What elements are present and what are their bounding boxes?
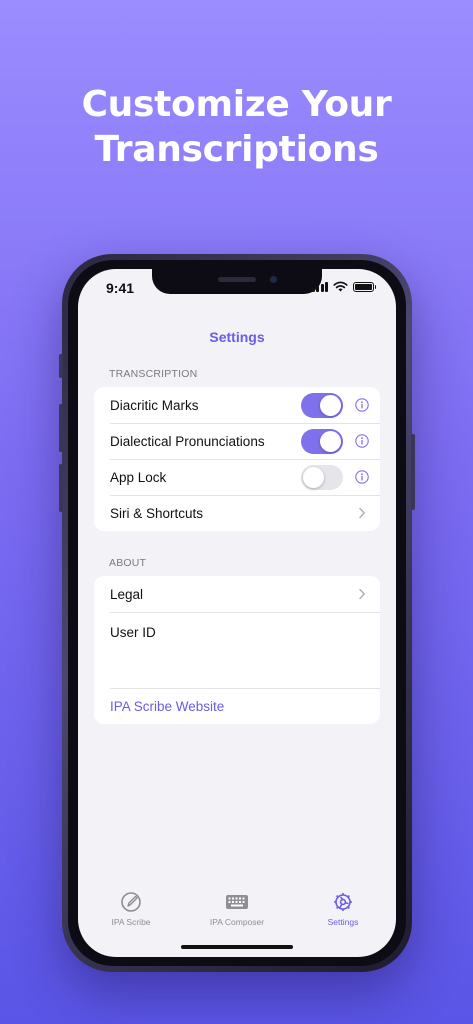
dialectical-pronunciations-toggle[interactable]: [301, 429, 343, 454]
row-website-link[interactable]: IPA Scribe Website: [94, 688, 380, 724]
power-button: [411, 434, 415, 510]
tab-bar: IPA Scribe IPA Composer Settings: [78, 891, 396, 931]
marketing-headline: Customize Your Transcriptions: [0, 82, 473, 172]
volume-up-button: [59, 404, 63, 452]
app-lock-toggle[interactable]: [301, 465, 343, 490]
pencil-circle-icon: [121, 892, 141, 912]
tab-label: IPA Scribe: [111, 917, 151, 927]
status-time: 9:41: [106, 280, 135, 296]
keyboard-icon: [226, 895, 248, 909]
notch: [152, 269, 322, 294]
info-icon[interactable]: [355, 434, 369, 448]
status-icons: [311, 281, 376, 292]
phone-frame: 9:41 Settings TRANSCRIPTION Diacritic Ma…: [59, 254, 415, 972]
about-group: Legal User ID IPA Scribe Website: [94, 576, 380, 724]
row-siri-shortcuts[interactable]: Siri & Shortcuts: [94, 495, 380, 531]
row-app-lock: App Lock: [94, 459, 380, 495]
headline-line-2: Transcriptions: [94, 129, 379, 170]
nav-title: Settings: [209, 329, 265, 345]
row-diacritic-marks: Diacritic Marks: [94, 387, 380, 423]
section-header-about: ABOUT: [109, 557, 147, 569]
earpiece-speaker: [218, 277, 256, 282]
transcription-group: Diacritic Marks Dialectical Pronunciatio…: [94, 387, 380, 531]
volume-down-button: [59, 464, 63, 512]
chevron-right-icon: [359, 507, 365, 519]
section-header-transcription: TRANSCRIPTION: [109, 368, 198, 380]
gear-icon: [334, 893, 352, 911]
row-label: Siri & Shortcuts: [110, 505, 204, 521]
tab-ipa-composer[interactable]: IPA Composer: [184, 891, 290, 931]
row-label: User ID: [110, 625, 156, 640]
phone-screen: 9:41 Settings TRANSCRIPTION Diacritic Ma…: [78, 269, 396, 957]
tab-settings[interactable]: Settings: [290, 891, 396, 931]
info-icon[interactable]: [355, 470, 369, 484]
wifi-icon: [333, 281, 348, 292]
row-user-id: User ID: [94, 612, 380, 688]
row-legal[interactable]: Legal: [94, 576, 380, 612]
tab-label: IPA Composer: [209, 917, 265, 927]
cellular-signal-icon: [311, 281, 328, 292]
diacritic-marks-toggle[interactable]: [301, 393, 343, 418]
row-label: Legal: [110, 586, 144, 602]
tab-ipa-scribe[interactable]: IPA Scribe: [78, 891, 184, 931]
battery-icon: [353, 281, 376, 292]
website-link[interactable]: IPA Scribe Website: [110, 699, 380, 714]
row-dialectical-pronunciations: Dialectical Pronunciations: [94, 423, 380, 459]
mute-switch: [59, 354, 63, 378]
front-camera: [270, 276, 277, 283]
tab-label: Settings: [327, 917, 359, 927]
chevron-right-icon: [359, 588, 365, 600]
home-indicator[interactable]: [181, 945, 293, 949]
info-icon[interactable]: [355, 398, 369, 412]
headline-line-1: Customize Your: [81, 84, 392, 125]
